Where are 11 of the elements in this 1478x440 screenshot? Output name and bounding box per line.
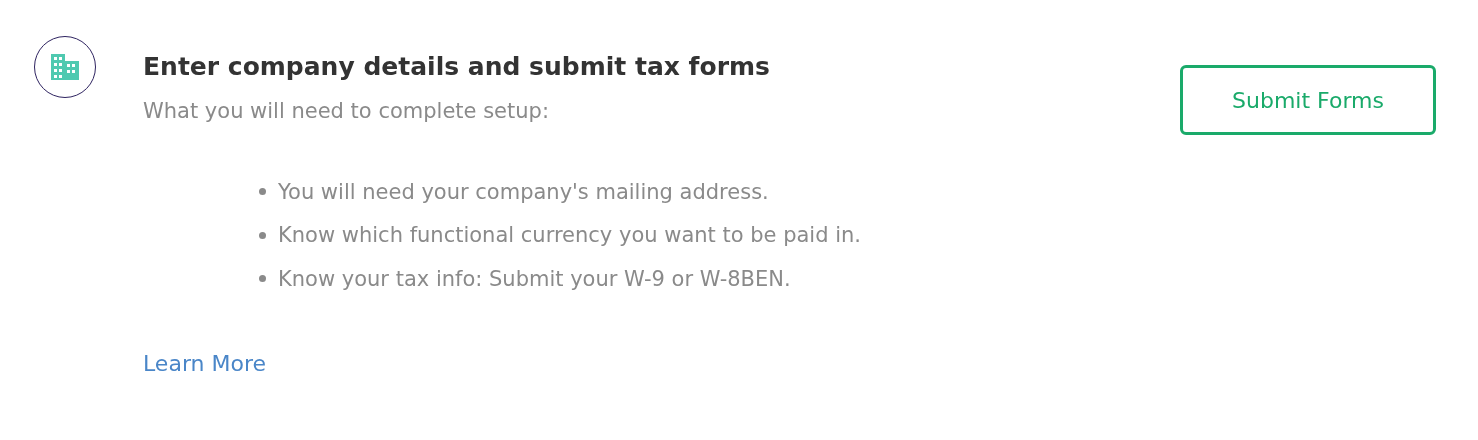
requirement-text: You will need your company's mailing address. — [278, 179, 769, 204]
building-icon — [51, 54, 79, 80]
learn-more-link[interactable]: Learn More — [143, 350, 267, 376]
subtitle: What you will need to complete setup: — [143, 98, 550, 125]
bullet-icon — [259, 188, 266, 196]
requirement-text: Know which functional currency you want to be paid in. — [278, 223, 862, 248]
submit-forms-button[interactable]: Submit Forms — [1180, 65, 1436, 135]
section-title: Enter company details and submit tax forms — [143, 51, 771, 83]
bullet-icon — [259, 231, 266, 239]
bullet-icon — [259, 275, 266, 283]
requirement-text: Know your tax info: Submit your W-9 or W-8BEN. — [278, 266, 791, 291]
